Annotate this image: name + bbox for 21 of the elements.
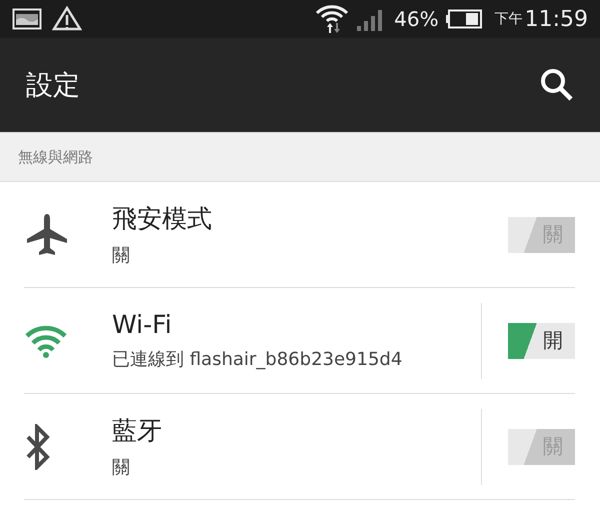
setting-status: 關 <box>112 244 131 267</box>
toggle-switch[interactable]: 開 <box>508 322 575 358</box>
time-period: 下午 <box>494 10 523 28</box>
section-title: 無線與網路 <box>18 148 93 166</box>
bluetooth-icon <box>24 424 52 470</box>
battery-percent: 46% <box>394 7 439 31</box>
search-icon[interactable] <box>540 68 574 102</box>
setting-title: 藍牙 <box>112 415 163 447</box>
setting-status: 關 <box>112 456 131 479</box>
wifi-signal-icon <box>314 2 350 36</box>
setting-row[interactable]: Wi-Fi 已連線到 flashair_b86b23e915d4 開 <box>0 288 600 393</box>
battery-icon <box>444 9 483 29</box>
setting-title: Wi-Fi <box>112 310 173 339</box>
gallery-icon <box>12 8 42 30</box>
airplane-icon <box>24 212 70 258</box>
screen-title: 設定 <box>26 69 80 103</box>
wifi-icon <box>24 324 68 358</box>
setting-status: 已連線到 flashair_b86b23e915d4 <box>112 348 404 371</box>
warning-icon <box>52 6 82 32</box>
clock: 11:59 <box>524 6 588 32</box>
setting-title: 飛安模式 <box>112 203 213 235</box>
